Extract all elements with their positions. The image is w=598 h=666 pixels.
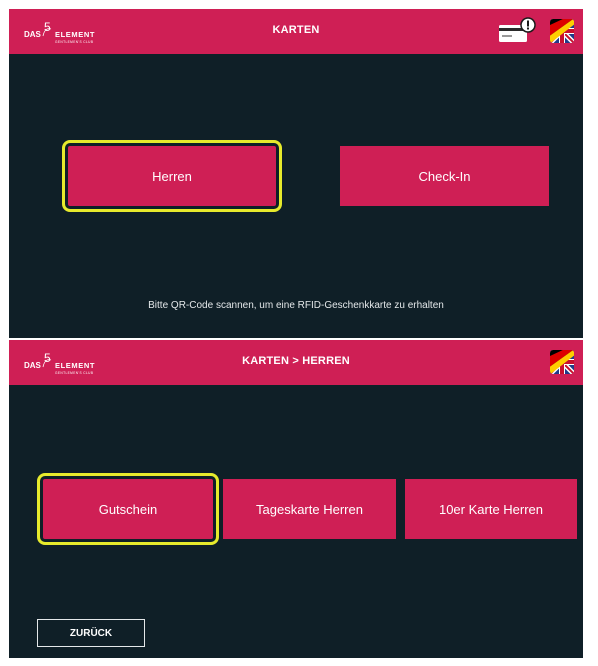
page-title: KARTEN > HERREN [242, 355, 350, 367]
svg-text:GENTLEMEN'S CLUB: GENTLEMEN'S CLUB [55, 371, 93, 375]
svg-text:GENTLEMEN'S CLUB: GENTLEMEN'S CLUB [55, 40, 93, 44]
10er-karte-herren-button[interactable]: 10er Karte Herren [405, 479, 577, 539]
gutschein-button[interactable]: Gutschein [37, 473, 219, 545]
qr-hint-text: Bitte QR-Code scannen, um eine RFID-Gesc… [148, 300, 444, 311]
kiosk-screen-cards: DAS 5 ELEMENT GENTLEMEN'S CLUB KARTEN He… [9, 9, 583, 338]
flag-de-uk-icon[interactable] [548, 17, 576, 45]
card-alert-icon[interactable] [498, 16, 536, 46]
kiosk-screen-cards-herren: DAS 5 ELEMENT GENTLEMEN'S CLUB KARTEN > … [9, 340, 583, 658]
herren-button[interactable]: Herren [62, 140, 282, 212]
check-in-button[interactable]: Check-In [340, 146, 549, 206]
top-bar: DAS 5 ELEMENT GENTLEMEN'S CLUB KARTEN > … [9, 340, 583, 385]
back-button[interactable]: ZURÜCK [37, 619, 145, 647]
flag-de-uk-icon[interactable] [548, 348, 576, 376]
top-bar: DAS 5 ELEMENT GENTLEMEN'S CLUB KARTEN [9, 9, 583, 54]
tageskarte-herren-button[interactable]: Tageskarte Herren [223, 479, 396, 539]
page-title: KARTEN [272, 24, 320, 36]
